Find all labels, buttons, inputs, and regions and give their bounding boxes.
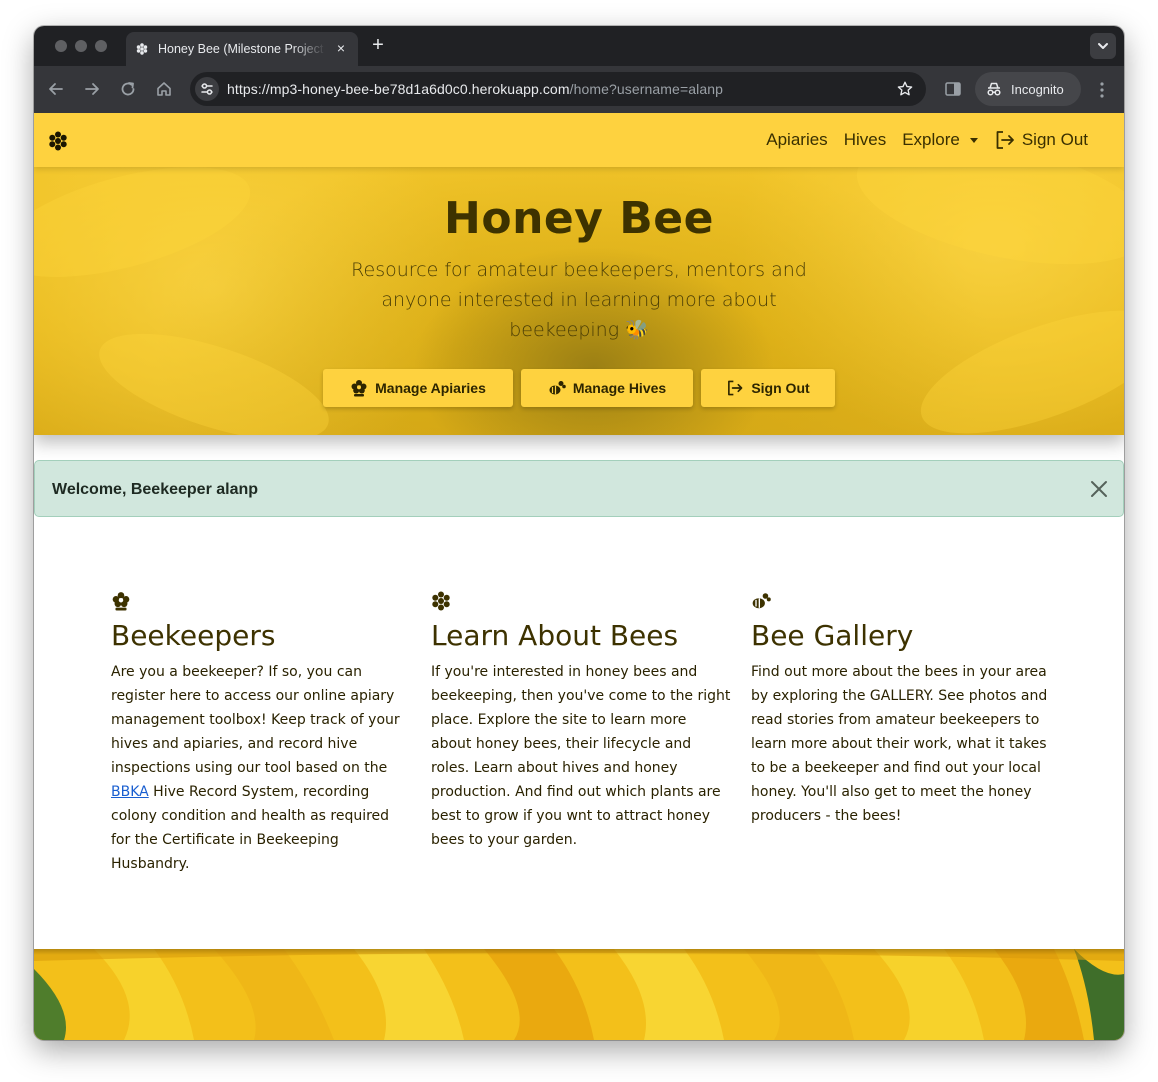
address-bar[interactable]: https://mp3-honey-bee-be78d1a6d0c0.herok… <box>190 72 926 106</box>
chevron-down-icon <box>1098 43 1108 49</box>
more-menu-icon[interactable] <box>1094 80 1110 100</box>
hero-subtitle: Resource for amateur beekeepers, mentors… <box>351 259 807 341</box>
url-host: https://mp3-honey-bee-be78d1a6d0c0.herok… <box>227 81 570 97</box>
sunflower-petal-decoration <box>906 285 1124 435</box>
side-panel-icon[interactable] <box>944 80 962 98</box>
browser-window: Honey Bee (Milestone Project 3) × + http… <box>34 26 1124 1040</box>
home-icon[interactable] <box>154 79 174 99</box>
minimize-window-button[interactable] <box>75 40 87 52</box>
sunflower-petals-graphic <box>34 949 1124 1040</box>
tune-icon <box>201 83 213 95</box>
bee-icon <box>549 381 566 395</box>
honeycomb-flower-icon <box>432 591 450 611</box>
feature-learn-about-bees: Learn About Bees If you're interested in… <box>431 591 731 852</box>
incognito-icon <box>987 82 1001 96</box>
hero-sign-out-button[interactable]: Sign Out <box>701 369 835 407</box>
honeycomb-favicon-icon <box>136 43 148 55</box>
close-icon[interactable] <box>1089 479 1109 499</box>
tab-title: Honey Bee (Milestone Project 3) <box>158 42 326 56</box>
feature-title: Beekeepers <box>111 619 276 652</box>
flower-icon <box>112 592 130 611</box>
honeycomb-flower-icon[interactable] <box>48 131 68 151</box>
browser-tab[interactable]: Honey Bee (Milestone Project 3) × <box>126 32 358 66</box>
feature-text: If you're interested in honey bees and b… <box>431 664 731 848</box>
tab-strip: Honey Bee (Milestone Project 3) × + <box>34 26 1124 66</box>
forward-arrow-icon[interactable] <box>82 79 102 99</box>
incognito-indicator[interactable]: Incognito <box>975 72 1081 106</box>
new-tab-button[interactable]: + <box>368 35 388 56</box>
nav-links: Apiaries Hives Explore Sign Out <box>766 129 1088 151</box>
hero-banner: Honey Bee Resource for amateur beekeeper… <box>34 167 1124 435</box>
feature-text-part: Are you a beekeeper? If so, you can regi… <box>111 664 400 776</box>
manage-hives-button[interactable]: Manage Hives <box>521 369 693 407</box>
sign-out-icon <box>728 380 743 396</box>
caret-down-icon <box>969 137 978 143</box>
nav-link-explore-label: Explore <box>902 130 960 149</box>
incognito-label: Incognito <box>1011 82 1064 97</box>
maximize-window-button[interactable] <box>95 40 107 52</box>
close-window-button[interactable] <box>55 40 67 52</box>
nav-link-apiaries[interactable]: Apiaries <box>766 130 827 150</box>
welcome-alert-text: Welcome, Beekeeper alanp <box>52 481 259 498</box>
feature-title: Bee Gallery <box>751 619 914 652</box>
nav-link-hives[interactable]: Hives <box>844 130 887 150</box>
footer-shadow <box>34 949 1124 955</box>
flower-icon <box>351 380 367 397</box>
back-arrow-icon[interactable] <box>46 79 66 99</box>
url-text: https://mp3-honey-bee-be78d1a6d0c0.herok… <box>227 81 723 97</box>
sign-out-icon <box>996 131 1014 149</box>
site-info-button[interactable] <box>195 77 219 101</box>
manage-apiaries-button[interactable]: Manage Apiaries <box>323 369 513 407</box>
bee-icon <box>752 593 771 609</box>
nav-link-sign-out-label: Sign Out <box>1021 130 1088 149</box>
hero-sign-out-label: Sign Out <box>751 380 810 396</box>
browser-toolbar: https://mp3-honey-bee-be78d1a6d0c0.herok… <box>34 66 1124 113</box>
nav-dropdown-explore[interactable]: Explore <box>902 130 978 150</box>
bookmark-star-icon[interactable] <box>896 80 914 98</box>
reload-icon[interactable] <box>118 79 138 99</box>
tab-close-icon[interactable]: × <box>334 41 348 55</box>
feature-beekeepers: Beekeepers Are you a beekeeper? If so, y… <box>111 591 411 876</box>
web-page: Apiaries Hives Explore Sign Out Honey Be… <box>34 113 1124 1040</box>
feature-title: Learn About Bees <box>431 619 679 652</box>
sunflower-footer-image <box>34 949 1124 1040</box>
feature-text: Are you a beekeeper? If so, you can regi… <box>111 660 411 876</box>
hero-title: Honey Bee <box>444 193 714 244</box>
url-path: /home?username=alanp <box>569 81 723 97</box>
feature-bee-gallery: Bee Gallery Find out more about the bees… <box>751 591 1051 828</box>
bbka-link[interactable]: BBKA <box>111 784 149 800</box>
welcome-alert: Welcome, Beekeeper alanp <box>34 460 1124 517</box>
site-navbar: Apiaries Hives Explore Sign Out <box>34 113 1124 167</box>
sunflower-petal-decoration <box>87 311 341 435</box>
manage-apiaries-label: Manage Apiaries <box>375 380 486 396</box>
tab-search-button[interactable] <box>1090 33 1116 59</box>
nav-link-sign-out[interactable]: Sign Out <box>994 129 1088 151</box>
manage-hives-label: Manage Hives <box>572 380 667 396</box>
feature-text-part: Hive Record System, recording colony con… <box>111 784 390 872</box>
feature-text: Find out more about the bees in your are… <box>751 664 1048 824</box>
